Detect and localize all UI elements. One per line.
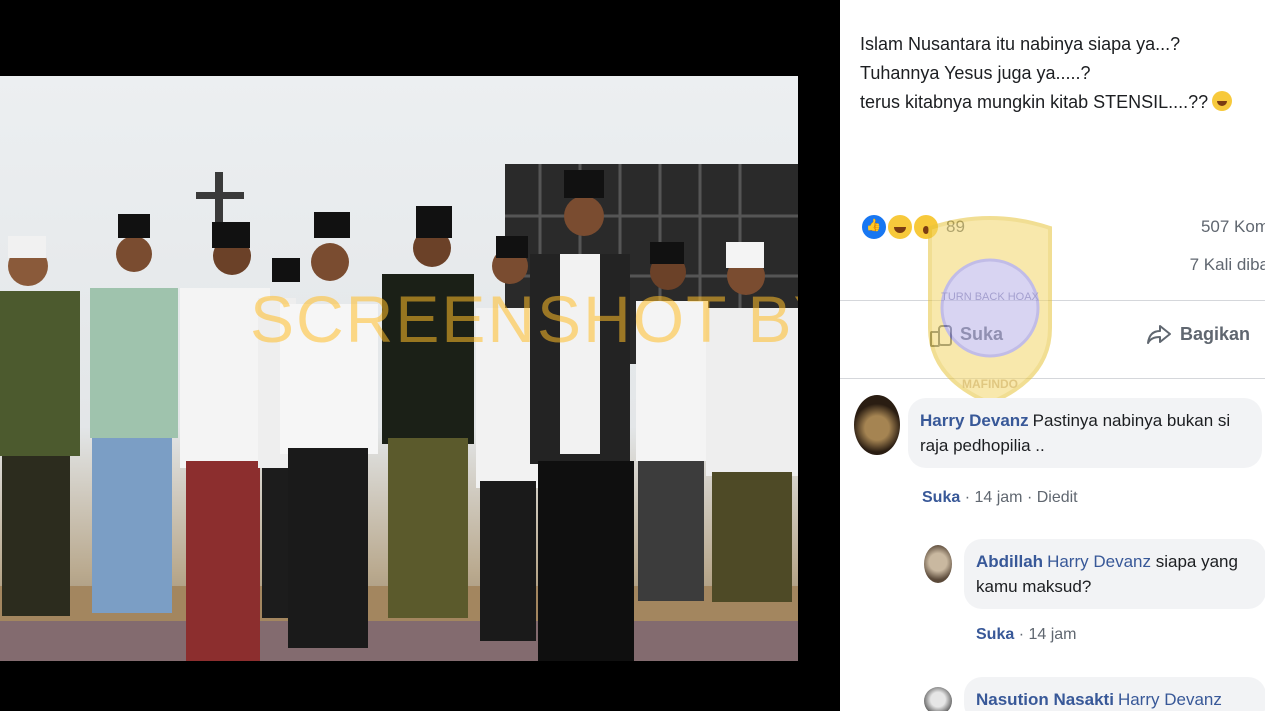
like-button[interactable]: Suka [928, 322, 1004, 347]
reaction-count: 89 [946, 217, 965, 236]
post-line-2: Tuhannya Yesus juga ya.....? [860, 63, 1091, 83]
left-pane: SCREENSHOT BY [0, 0, 838, 711]
divider [840, 300, 1265, 301]
comment-author[interactable]: Harry Devanz [920, 411, 1029, 430]
wow-reaction-icon [912, 213, 940, 241]
share-button-label: Bagikan [1180, 323, 1251, 344]
comment-meta: Suka · 14 jam · Diedit [922, 489, 1078, 506]
comment-time[interactable]: 14 jam [1028, 626, 1076, 643]
photo-scene [0, 164, 798, 661]
comment-meta: Suka · 14 jam [976, 626, 1077, 643]
comment-like-link[interactable]: Suka [922, 489, 960, 506]
avatar[interactable] [924, 545, 952, 583]
people [0, 170, 798, 661]
post-line-3-text: terus kitabnya mungkin kitab STENSIL....… [860, 92, 1209, 112]
post-line-3: terus kitabnya mungkin kitab STENSIL....… [860, 88, 1233, 117]
comment-mention[interactable]: Harry Devanz [1118, 690, 1222, 709]
shares-count-link[interactable]: 7 Kali diba [1190, 255, 1265, 275]
comment-edited: Diedit [1036, 489, 1078, 506]
haha-reaction-icon [886, 213, 914, 241]
comment-author[interactable]: Abdillah [976, 552, 1043, 571]
comment-bubble: Abdillah Harry Devanz siapa yang kamu mak… [964, 539, 1265, 609]
seal-center-text: TURN BACK HOAX [941, 291, 1039, 303]
comment-time[interactable]: 14 jam [974, 489, 1022, 506]
laughing-emoji-icon [1212, 91, 1233, 111]
comment-mention[interactable]: Harry Devanz [1047, 552, 1151, 571]
comment-bubble: Nasution Nasakti Harry Devanz [964, 677, 1265, 711]
like-button-label: Suka [960, 323, 1004, 344]
reactions-summary[interactable]: 89 [860, 210, 965, 244]
comment-like-link[interactable]: Suka [976, 626, 1014, 643]
post-line-1: Islam Nusantara itu nabinya siapa ya...? [860, 34, 1181, 54]
post-panel: Islam Nusantara itu nabinya siapa ya...?… [840, 0, 1265, 711]
share-button[interactable]: Bagikan [1146, 322, 1250, 346]
post-photo[interactable]: SCREENSHOT BY [0, 76, 798, 661]
comment-bubble: Harry Devanz Pastinya nabinya bukan si ra… [908, 398, 1262, 468]
thumbs-up-icon [928, 322, 952, 347]
divider [840, 378, 1265, 379]
like-reaction-icon [860, 213, 888, 241]
post-text: Islam Nusantara itu nabinya siapa ya...?… [860, 30, 1233, 117]
seal-bottom-text: MAFINDO [962, 377, 1018, 391]
screenshot-watermark: SCREENSHOT BY [250, 282, 798, 356]
avatar[interactable] [854, 395, 900, 455]
comment-author[interactable]: Nasution Nasakti [976, 690, 1114, 709]
comments-count-link[interactable]: 507 Kom [1201, 217, 1265, 237]
share-arrow-icon [1146, 322, 1172, 346]
cross [196, 172, 244, 222]
avatar[interactable] [924, 687, 952, 711]
